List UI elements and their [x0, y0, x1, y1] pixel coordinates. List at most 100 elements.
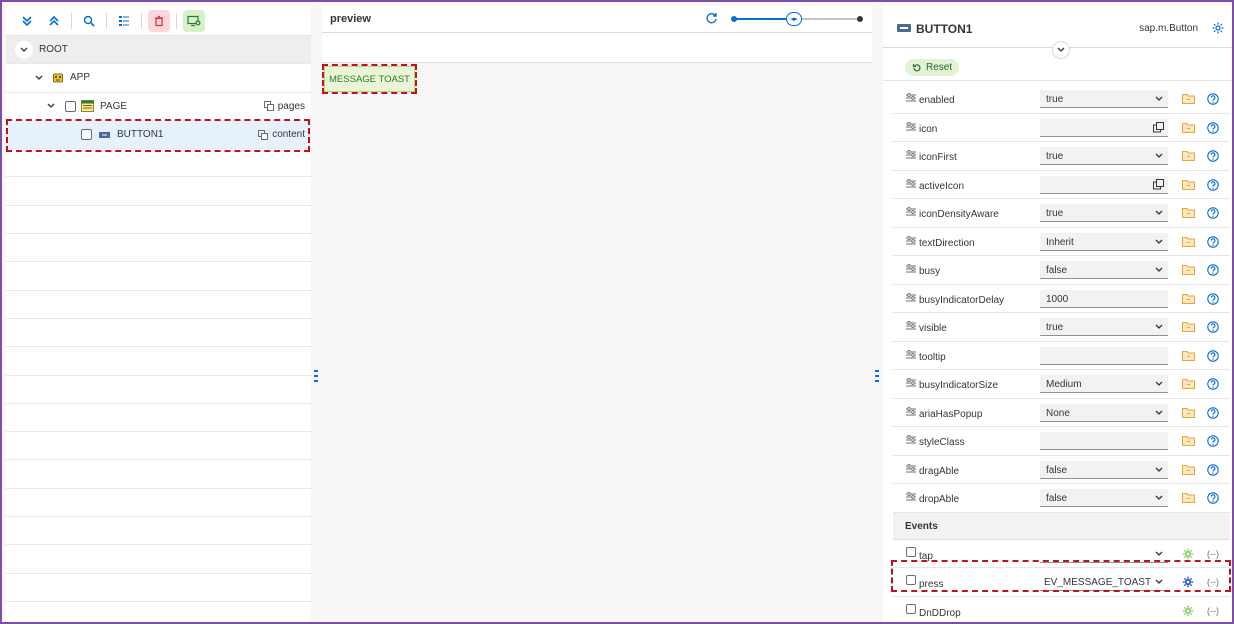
- chevron-down-icon[interactable]: [1155, 151, 1163, 162]
- property-value-dropdown[interactable]: Inherit: [1040, 232, 1168, 251]
- folder-icon[interactable]: [1182, 492, 1195, 506]
- tree-node-page[interactable]: PAGE pages: [6, 93, 311, 121]
- property-value-dropdown[interactable]: true: [1040, 90, 1168, 108]
- help-icon[interactable]: [1207, 435, 1219, 450]
- property-value-valuehelp[interactable]: [1040, 118, 1168, 137]
- list-icon[interactable]: [113, 10, 135, 32]
- property-value-dropdown[interactable]: true: [1040, 204, 1168, 222]
- chevron-down-icon[interactable]: [1155, 577, 1163, 588]
- help-icon[interactable]: [1207, 264, 1219, 279]
- chevron-down-icon[interactable]: [32, 71, 46, 85]
- chevron-down-icon[interactable]: [44, 99, 58, 113]
- code-icon[interactable]: (--): [1207, 549, 1219, 559]
- folder-icon[interactable]: [1182, 179, 1195, 193]
- help-icon[interactable]: [1207, 93, 1219, 108]
- folder-icon[interactable]: [1182, 236, 1195, 250]
- help-icon[interactable]: [1207, 463, 1219, 479]
- code-icon[interactable]: (--): [1207, 606, 1219, 616]
- help-icon[interactable]: [1207, 178, 1219, 194]
- help-icon[interactable]: [1207, 235, 1219, 251]
- property-value-input[interactable]: [1040, 432, 1168, 450]
- settings-icon[interactable]: [1212, 22, 1224, 37]
- event-settings-icon[interactable]: [1182, 605, 1194, 620]
- folder-icon[interactable]: [1182, 207, 1195, 221]
- folder-icon[interactable]: [1182, 407, 1195, 421]
- chevron-down-icon[interactable]: [1155, 208, 1163, 219]
- property-value-dropdown[interactable]: true: [1040, 318, 1168, 336]
- event-checkbox[interactable]: [906, 575, 916, 585]
- chevron-down-icon[interactable]: [15, 40, 33, 59]
- property-value-dropdown[interactable]: false: [1040, 460, 1168, 479]
- folder-icon[interactable]: [1182, 93, 1195, 107]
- folder-icon[interactable]: [1182, 435, 1195, 449]
- chevron-down-icon[interactable]: [1155, 322, 1163, 333]
- event-settings-icon[interactable]: [1182, 548, 1194, 563]
- tree-empty-row: [6, 347, 311, 376]
- folder-icon[interactable]: [1182, 150, 1195, 164]
- chevron-down-icon[interactable]: [1155, 465, 1163, 476]
- property-label: dragAble: [919, 465, 960, 477]
- event-settings-icon[interactable]: [1182, 576, 1194, 591]
- property-value-input[interactable]: [1040, 346, 1168, 365]
- event-checkbox[interactable]: [906, 603, 916, 614]
- help-icon[interactable]: [1207, 321, 1219, 336]
- chevron-down-icon[interactable]: [1155, 493, 1163, 504]
- property-value-dropdown[interactable]: None: [1040, 403, 1168, 422]
- chevron-down-icon[interactable]: [1155, 237, 1163, 248]
- property-value-input[interactable]: 1000: [1040, 289, 1168, 308]
- reset-button[interactable]: Reset: [905, 59, 960, 76]
- code-icon[interactable]: (--): [1207, 577, 1219, 587]
- property-icon: [905, 178, 917, 189]
- button-checkbox[interactable]: [81, 129, 92, 141]
- slider-handle[interactable]: ◂▸: [786, 12, 802, 26]
- zoom-slider[interactable]: ◂▸: [731, 12, 863, 26]
- search-icon[interactable]: [78, 10, 100, 32]
- help-icon[interactable]: [1207, 406, 1219, 422]
- chevron-down-icon[interactable]: [1155, 265, 1163, 276]
- value-help-icon[interactable]: [1153, 121, 1164, 136]
- events-title: Events: [905, 520, 938, 532]
- splitter-handle-right[interactable]: [874, 370, 880, 382]
- refresh-icon[interactable]: [705, 12, 718, 28]
- chevron-down-icon[interactable]: [1155, 379, 1163, 390]
- tree-node-root[interactable]: ROOT: [6, 36, 311, 65]
- help-icon[interactable]: [1207, 349, 1219, 365]
- page-checkbox[interactable]: [65, 100, 76, 112]
- help-icon[interactable]: [1207, 492, 1219, 507]
- folder-icon[interactable]: [1182, 264, 1195, 278]
- folder-icon[interactable]: [1182, 350, 1195, 364]
- folder-icon[interactable]: [1182, 378, 1195, 392]
- folder-icon[interactable]: [1182, 321, 1195, 335]
- property-value-dropdown[interactable]: false: [1040, 489, 1168, 507]
- help-icon[interactable]: [1207, 207, 1219, 222]
- tree-node-app[interactable]: APP: [6, 64, 311, 93]
- folder-icon[interactable]: [1182, 293, 1195, 307]
- value-help-icon[interactable]: [1153, 178, 1164, 193]
- chevron-down-icon[interactable]: [1155, 549, 1163, 560]
- event-row-tap: tap (--): [893, 540, 1230, 568]
- property-value-dropdown[interactable]: false: [1040, 261, 1168, 279]
- chevron-down-icon[interactable]: [1155, 94, 1163, 105]
- expand-all-icon[interactable]: [16, 10, 38, 32]
- chevron-down-icon[interactable]: [1155, 408, 1163, 419]
- folder-icon[interactable]: [1182, 464, 1195, 478]
- property-value-valuehelp[interactable]: [1040, 175, 1168, 194]
- help-icon[interactable]: [1207, 150, 1219, 165]
- event-handler-select[interactable]: [1040, 602, 1168, 620]
- splitter-handle-left[interactable]: [313, 370, 319, 382]
- property-value-dropdown[interactable]: true: [1040, 147, 1168, 165]
- property-value-dropdown[interactable]: Medium: [1040, 375, 1168, 393]
- help-icon[interactable]: [1207, 121, 1219, 137]
- folder-icon[interactable]: [1182, 122, 1195, 136]
- help-icon[interactable]: [1207, 292, 1219, 308]
- aggregation-label: pages: [277, 100, 305, 112]
- delete-icon[interactable]: [148, 9, 170, 32]
- add-screen-icon[interactable]: [183, 9, 205, 32]
- event-handler-select[interactable]: [1040, 545, 1168, 563]
- tree-node-button1[interactable]: BUTTON1 content: [6, 120, 311, 150]
- help-icon[interactable]: [1207, 378, 1219, 393]
- tree-empty-row: [6, 432, 311, 461]
- event-checkbox[interactable]: [906, 546, 916, 557]
- collapse-all-icon[interactable]: [43, 10, 65, 32]
- event-handler-select[interactable]: EV_MESSAGE_TOAST: [1040, 573, 1168, 591]
